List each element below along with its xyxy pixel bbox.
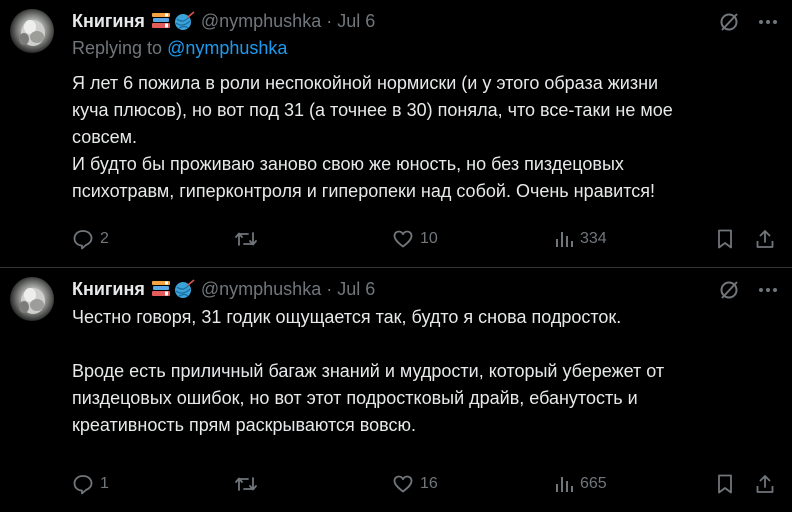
avatar[interactable] — [10, 277, 54, 321]
views-icon — [556, 232, 573, 247]
tweet-top-actions — [718, 279, 778, 306]
author-handle[interactable]: @nymphushka — [201, 279, 321, 300]
like-button[interactable]: 10 — [392, 228, 438, 250]
like-count: 16 — [420, 475, 438, 492]
view-count: 334 — [580, 230, 607, 247]
tweet-header: Книгиня @nymphushka · Jul 6 — [72, 276, 776, 302]
avatar-image — [19, 20, 45, 46]
avatar[interactable] — [10, 9, 54, 53]
views-button[interactable]: 334 — [554, 229, 607, 249]
avatar-image — [19, 288, 45, 314]
books-emoji — [151, 281, 170, 296]
separator-dot: · — [326, 278, 333, 299]
replying-to: Replying to @nymphushka — [72, 38, 776, 64]
replying-to-mention[interactable]: @nymphushka — [167, 38, 287, 58]
tweet-text: Честно говоря, 31 годик ощущается так, б… — [72, 307, 665, 435]
yarn-ball-emoji — [174, 279, 195, 298]
share-icon — [756, 230, 774, 248]
retweet-button[interactable] — [234, 228, 264, 250]
share-button[interactable] — [754, 228, 776, 250]
bookmark-button[interactable] — [715, 473, 735, 495]
like-count: 10 — [420, 230, 438, 247]
more-options-icon[interactable] — [758, 280, 778, 305]
author-name[interactable]: Книгиня — [72, 279, 145, 300]
retweet-icon — [235, 232, 257, 246]
bookmark-icon — [718, 229, 732, 249]
views-button[interactable]: 665 — [554, 474, 607, 494]
tweet[interactable]: Книгиня @nymphushka · Jul 6 — [0, 268, 792, 512]
reply-count: 1 — [100, 475, 109, 492]
tweet-top-actions — [718, 11, 778, 38]
name-emojis — [151, 11, 195, 31]
author-name[interactable]: Книгиня — [72, 11, 145, 32]
bookmark-icon — [718, 474, 732, 494]
reply-count: 2 — [100, 230, 109, 247]
heart-icon — [393, 230, 413, 248]
bookmark-button[interactable] — [715, 228, 735, 250]
tweet-header: Книгиня @nymphushka · Jul 6 — [72, 8, 776, 34]
grok-icon[interactable] — [718, 279, 740, 306]
tweet-date[interactable]: Jul 6 — [337, 279, 375, 300]
like-button[interactable]: 16 — [392, 473, 438, 495]
retweet-button[interactable] — [234, 473, 264, 495]
tweet-text: Я лет 6 пожила в роли неспокойной нормис… — [72, 73, 673, 201]
retweet-icon — [235, 477, 257, 491]
replying-to-prefix: Replying to — [72, 38, 163, 58]
reply-button[interactable]: 2 — [72, 228, 109, 250]
separator-dot: · — [326, 10, 333, 31]
tweet-actions: 2 10 334 — [72, 227, 778, 251]
views-icon — [556, 477, 573, 492]
yarn-ball-emoji — [174, 11, 195, 30]
author-handle[interactable]: @nymphushka — [201, 11, 321, 32]
reply-icon — [73, 230, 93, 250]
tweet-actions: 1 16 665 — [72, 472, 778, 496]
more-options-icon[interactable] — [758, 12, 778, 37]
reply-button[interactable]: 1 — [72, 473, 109, 495]
heart-icon — [393, 475, 413, 493]
view-count: 665 — [580, 475, 607, 492]
reply-icon — [73, 475, 93, 495]
grok-icon[interactable] — [718, 11, 740, 38]
name-emojis — [151, 279, 195, 299]
tweet[interactable]: Книгиня @nymphushka · Jul 6 — [0, 0, 792, 268]
tweet-date[interactable]: Jul 6 — [337, 11, 375, 32]
share-button[interactable] — [754, 473, 776, 495]
books-emoji — [151, 13, 170, 28]
share-icon — [756, 475, 774, 493]
